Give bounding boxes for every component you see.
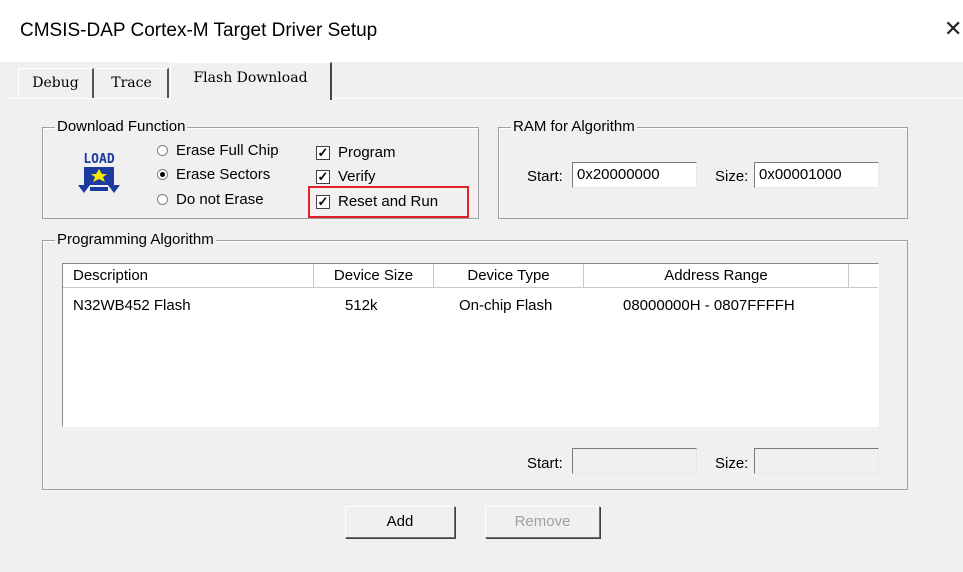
checkbox-program[interactable]: ✓ Program — [316, 144, 396, 161]
algorithm-list[interactable]: Description Device Size Device Type Addr… — [62, 263, 879, 427]
ram-start-label: Start: — [527, 168, 563, 185]
column-header-spare — [849, 264, 878, 288]
cell-description: N32WB452 Flash — [73, 297, 191, 314]
close-icon[interactable]: ✕ — [944, 16, 962, 42]
title-bar: CMSIS-DAP Cortex-M Target Driver Setup ✕ — [0, 0, 963, 62]
algo-size-input[interactable] — [754, 448, 879, 474]
cell-device-type: On-chip Flash — [459, 297, 553, 314]
radio-erase-sectors[interactable]: Erase Sectors — [157, 166, 270, 183]
ram-for-algorithm-label: RAM for Algorithm — [511, 118, 637, 135]
radio-dot — [157, 145, 168, 156]
checkbox-label: Verify — [338, 168, 376, 185]
column-header-device-type[interactable]: Device Type — [434, 264, 584, 288]
check-icon: ✓ — [316, 144, 330, 160]
radio-label: Do not Erase — [176, 191, 264, 208]
programming-algorithm-label: Programming Algorithm — [55, 231, 216, 248]
tab-flash-download[interactable]: Flash Download — [170, 62, 332, 100]
tab-panel-border — [10, 98, 963, 99]
radio-dot-selected — [157, 169, 168, 180]
tab-debug[interactable]: Debug — [18, 68, 94, 98]
radio-label: Erase Sectors — [176, 166, 271, 183]
checkbox-verify[interactable]: ✓ Verify — [316, 168, 376, 185]
load-icon-text: LOAD — [83, 152, 114, 167]
column-header-description[interactable]: Description — [63, 264, 314, 288]
radio-label: Erase Full Chip — [176, 142, 279, 159]
column-header-device-size[interactable]: Device Size — [314, 264, 434, 288]
algo-start-input[interactable] — [572, 448, 697, 474]
window-title: CMSIS-DAP Cortex-M Target Driver Setup — [20, 20, 378, 41]
radio-do-not-erase[interactable]: Do not Erase — [157, 191, 264, 208]
column-header-address-range[interactable]: Address Range — [584, 264, 849, 288]
check-icon: ✓ — [316, 168, 330, 184]
reset-and-run-highlight — [308, 186, 469, 218]
remove-button[interactable]: Remove — [485, 506, 600, 538]
ram-size-label: Size: — [715, 168, 749, 185]
ram-start-input[interactable]: 0x20000000 — [572, 162, 697, 188]
cell-address-range: 08000000H - 0807FFFFH — [623, 297, 795, 314]
radio-erase-full-chip[interactable]: Erase Full Chip — [157, 142, 279, 159]
ram-size-input[interactable]: 0x00001000 — [754, 162, 879, 188]
load-icon: LOAD — [78, 152, 120, 193]
algo-size-label: Size: — [715, 455, 749, 472]
add-button[interactable]: Add — [345, 506, 455, 538]
tab-trace[interactable]: Trace — [96, 68, 169, 98]
checkbox-label: Program — [338, 144, 396, 161]
download-function-label: Download Function — [55, 118, 188, 135]
radio-dot — [157, 194, 168, 205]
algo-start-label: Start: — [527, 455, 563, 472]
cell-device-size: 512k — [345, 297, 378, 314]
